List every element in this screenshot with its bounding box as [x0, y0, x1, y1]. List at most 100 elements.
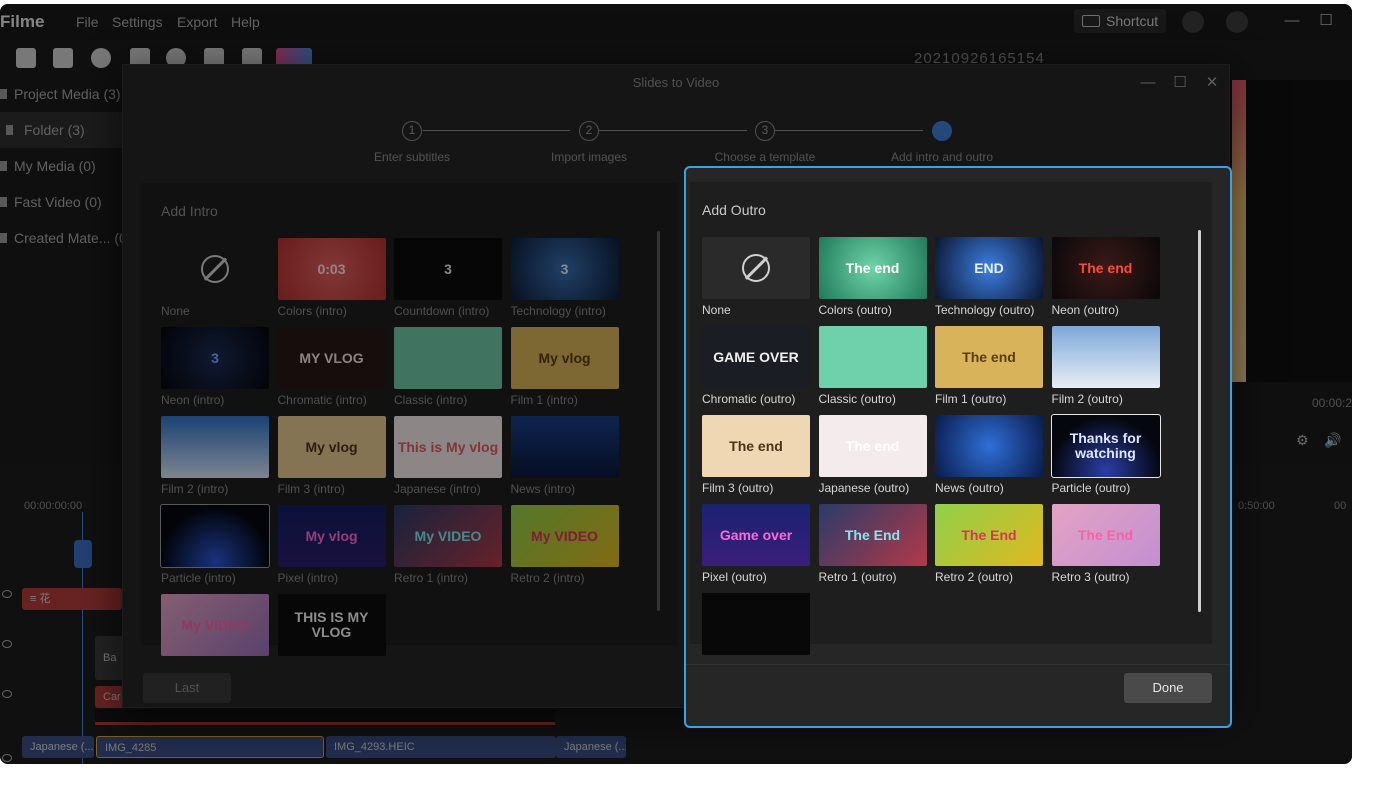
- intro-thumbnail: This is My vlog: [394, 416, 502, 478]
- time-marker: 0:50:00: [1238, 500, 1275, 512]
- folder-icon[interactable]: [16, 48, 36, 68]
- intro-tile[interactable]: My VIDEO Retro 1 (intro): [394, 505, 502, 585]
- playhead-handle[interactable]: [74, 540, 92, 568]
- intro-thumbnail: 3: [394, 238, 502, 300]
- intro-thumbnail-text: My vlog: [305, 438, 358, 455]
- outro-tile[interactable]: Game over Pixel (outro): [702, 504, 810, 584]
- intro-tile[interactable]: My VIDEO Retro 2 (intro): [510, 505, 619, 585]
- outro-thumbnail-text: The end: [845, 437, 900, 454]
- shortcut-button[interactable]: Shortcut: [1074, 9, 1166, 33]
- maximize-icon[interactable]: ☐: [1316, 11, 1336, 31]
- outro-tile[interactable]: [702, 593, 810, 655]
- step-label: Add intro and outro: [890, 150, 994, 164]
- step-add-intro-outro[interactable]: Add intro and outro: [882, 121, 1002, 164]
- intro-tile-label: None: [161, 304, 190, 318]
- minimize-icon[interactable]: —: [1139, 74, 1157, 92]
- step-label: Choose a template: [714, 150, 816, 164]
- intro-tile[interactable]: My vlog Film 3 (intro): [277, 416, 386, 496]
- step-choose-template[interactable]: 3 Choose a template: [705, 121, 825, 164]
- last-button[interactable]: Last: [143, 673, 231, 703]
- track-label[interactable]: Ba: [95, 636, 125, 680]
- intro-thumbnail: My VIDEO: [510, 505, 619, 567]
- sidebar-item-created-material[interactable]: Created Mate... (0: [0, 220, 127, 256]
- mail-icon[interactable]: [1226, 11, 1248, 33]
- sidebar-item-folder[interactable]: Folder (3): [0, 112, 122, 148]
- intro-tile[interactable]: News (intro): [510, 416, 619, 496]
- intro-tile-label: Chromatic (intro): [277, 393, 367, 407]
- sidebar-item-project-media[interactable]: Project Media (3): [0, 76, 122, 112]
- maximize-icon[interactable]: ☐: [1171, 74, 1189, 92]
- intro-thumbnail-text: 3: [211, 349, 219, 366]
- intro-tile[interactable]: THIS IS MY VLOG: [277, 594, 386, 656]
- intro-tile[interactable]: 3 Countdown (intro): [394, 238, 502, 318]
- intro-tile[interactable]: None: [161, 238, 269, 318]
- intro-tile[interactable]: My vlog Pixel (intro): [277, 505, 386, 585]
- intro-tile[interactable]: My VIDEO: [161, 594, 269, 656]
- text-icon[interactable]: [53, 48, 73, 68]
- step-enter-subtitles[interactable]: 1 Enter subtitles: [352, 121, 472, 164]
- intro-scrollbar[interactable]: [657, 231, 660, 611]
- intro-tile[interactable]: This is My vlog Japanese (intro): [394, 416, 502, 496]
- intro-tile-label: Pixel (intro): [277, 571, 339, 585]
- outro-tile[interactable]: The end Japanese (outro): [818, 415, 927, 495]
- outro-tile-label: Japanese (outro): [818, 481, 910, 495]
- outro-tile[interactable]: The End Retro 3 (outro): [1051, 504, 1160, 584]
- intro-tile[interactable]: My vlog Film 1 (intro): [510, 327, 619, 407]
- outro-tile[interactable]: The end Film 1 (outro): [935, 326, 1043, 406]
- subtitle-clip[interactable]: ≡ 花: [22, 588, 122, 610]
- outro-tile[interactable]: The end Film 3 (outro): [702, 415, 810, 495]
- sticker-icon[interactable]: [91, 48, 111, 68]
- outro-tile[interactable]: The end Colors (outro): [818, 237, 927, 317]
- outro-thumbnail: [818, 326, 927, 388]
- track-label[interactable]: Car: [95, 686, 125, 708]
- outro-tile-label: None: [702, 303, 731, 317]
- video-clip[interactable]: IMG_4285: [96, 736, 324, 758]
- audio-track[interactable]: [95, 709, 555, 725]
- outro-tile[interactable]: Thanks for watching Particle (outro): [1050, 414, 1161, 495]
- close-icon[interactable]: ✕: [1203, 74, 1221, 92]
- video-clip[interactable]: Japanese (...: [556, 736, 626, 758]
- video-clip[interactable]: Japanese (...: [22, 736, 94, 758]
- outro-heading: Add Outro: [702, 202, 766, 218]
- menu-help[interactable]: Help: [231, 14, 260, 30]
- outro-tile[interactable]: News (outro): [935, 415, 1043, 495]
- minimize-icon[interactable]: —: [1282, 11, 1302, 31]
- gear-icon[interactable]: ⚙: [1296, 432, 1309, 449]
- outro-thumbnail-text: The end: [845, 259, 900, 276]
- eye-icon[interactable]: [2, 590, 12, 598]
- intro-tile[interactable]: 3 Technology (intro): [510, 238, 619, 318]
- menu-settings[interactable]: Settings: [112, 14, 163, 30]
- eye-icon[interactable]: [2, 690, 12, 698]
- outro-tile[interactable]: END Technology (outro): [935, 237, 1043, 317]
- menu-export[interactable]: Export: [177, 14, 217, 30]
- outro-tile[interactable]: The End Retro 2 (outro): [935, 504, 1043, 584]
- outro-thumbnail: The end: [935, 326, 1043, 388]
- video-clip[interactable]: IMG_4293.HEIC: [326, 736, 556, 758]
- intro-thumbnail-text: My vlog: [305, 527, 358, 544]
- outro-tile[interactable]: None: [702, 237, 810, 317]
- menu-file[interactable]: File: [76, 14, 99, 30]
- step-import-images[interactable]: 2 Import images: [529, 121, 649, 164]
- user-icon[interactable]: [1182, 11, 1204, 33]
- outro-tile[interactable]: Classic (outro): [818, 326, 927, 406]
- volume-icon[interactable]: 🔊: [1324, 432, 1341, 449]
- sidebar-item-label: Project Media (3): [14, 86, 121, 102]
- done-button[interactable]: Done: [1124, 673, 1212, 703]
- step-label: Import images: [550, 150, 628, 164]
- outro-tile[interactable]: The End Retro 1 (outro): [818, 504, 927, 584]
- outro-tile[interactable]: GAME OVER Chromatic (outro): [702, 326, 810, 406]
- intro-tile[interactable]: 3 Neon (intro): [161, 327, 269, 407]
- eye-icon[interactable]: [2, 754, 12, 762]
- outro-tile[interactable]: The end Neon (outro): [1051, 237, 1160, 317]
- intro-tile[interactable]: Particle (intro): [160, 504, 270, 585]
- sidebar-item-my-media[interactable]: My Media (0): [0, 148, 122, 184]
- intro-tile[interactable]: Film 2 (intro): [161, 416, 269, 496]
- intro-tile[interactable]: MY VLOG Chromatic (intro): [277, 327, 386, 407]
- outro-thumbnail-text: The end: [1078, 259, 1133, 276]
- eye-icon[interactable]: [2, 640, 12, 648]
- outro-scrollbar[interactable]: [1198, 230, 1201, 612]
- outro-tile[interactable]: Film 2 (outro): [1051, 326, 1160, 406]
- sidebar-item-fast-video[interactable]: Fast Video (0): [0, 184, 122, 220]
- intro-tile[interactable]: Classic (intro): [394, 327, 502, 407]
- intro-tile[interactable]: 0:03 Colors (intro): [277, 238, 386, 318]
